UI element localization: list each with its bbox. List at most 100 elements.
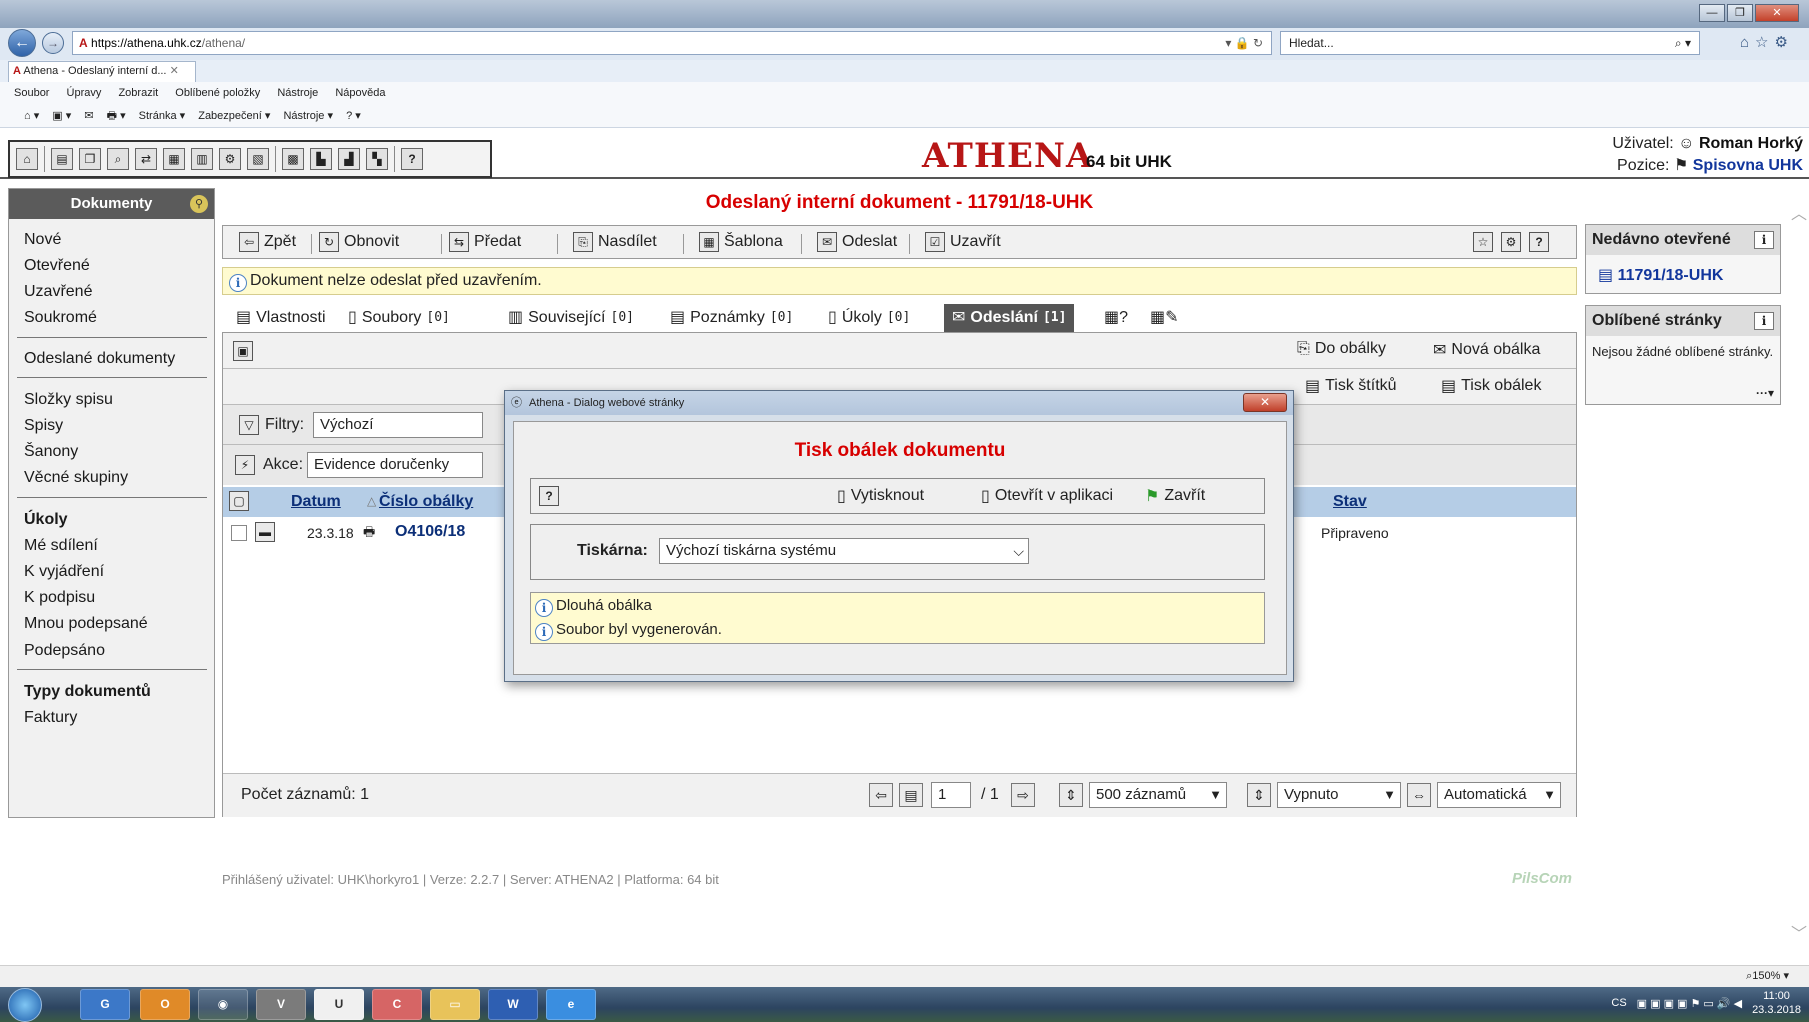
filter-icon[interactable]: ▽: [239, 415, 259, 435]
sidebar-item-spisy[interactable]: Spisy: [24, 417, 63, 435]
print-icon[interactable]: 🖶 ▾: [107, 110, 126, 122]
filter-select[interactable]: Výchozí: [313, 412, 483, 438]
open-in-app-button[interactable]: ▯ Otevřít v aplikaci: [981, 486, 1113, 506]
mail-icon[interactable]: ✉: [84, 110, 93, 122]
row-envelope-number[interactable]: O4106/18: [395, 523, 465, 541]
sidebar-section-typy-dokumentu[interactable]: Typy dokumentů: [24, 683, 151, 701]
zoom-control[interactable]: ⌕150% ▾: [1746, 969, 1789, 983]
new-envelope-button[interactable]: ✉ Nová obálka: [1433, 340, 1540, 360]
tab-poznamky[interactable]: ▤ Poznámky [0]: [670, 304, 793, 332]
page-list-icon[interactable]: ▤: [899, 783, 923, 807]
feeds-icon[interactable]: ▣ ▾: [52, 110, 71, 122]
handover-button[interactable]: ⇆ Předat: [449, 232, 521, 252]
taskbar-app-chrome-icon[interactable]: ◉: [198, 989, 248, 1020]
close-document-button[interactable]: ☑ Uzavřít: [925, 232, 1001, 252]
tab-close-icon[interactable]: ✕: [170, 65, 179, 77]
tray-icons[interactable]: ▣ ▣ ▣ ▣ ⚑ ▭ 🔊 ◀: [1637, 997, 1742, 1010]
tab-extra-2[interactable]: ▦✎: [1150, 304, 1179, 332]
taskbar-app-outlook-icon[interactable]: O: [140, 989, 190, 1020]
print-envelopes-button[interactable]: ▤ Tisk obálek: [1441, 376, 1541, 396]
copy-icon[interactable]: ❐: [79, 148, 101, 170]
menu-oblibene[interactable]: Oblíbené položky: [175, 87, 260, 99]
tab-souvisejici[interactable]: ▥ Související [0]: [508, 304, 634, 332]
clock[interactable]: 11:00 23.3.2018: [1752, 989, 1801, 1017]
search-icon[interactable]: ⌕ ▾: [1675, 32, 1691, 54]
browser-tools-icons[interactable]: ⌂☆⚙: [1740, 33, 1794, 51]
scroll-up-icon[interactable]: ︿: [1791, 200, 1807, 224]
command-nastroje[interactable]: Nástroje ▾: [283, 110, 333, 122]
language-indicator[interactable]: CS: [1611, 997, 1626, 1009]
tab-vlastnosti[interactable]: ▤ Vlastnosti: [236, 304, 326, 332]
info-icon[interactable]: i: [1754, 231, 1774, 249]
taskbar-app-u-icon[interactable]: U: [314, 989, 364, 1020]
print-button[interactable]: ▯ Vytisknout: [837, 486, 924, 506]
search-doc-icon[interactable]: ⌕: [107, 148, 129, 170]
groups-icon[interactable]: ⚙: [219, 148, 241, 170]
action-icon[interactable]: ⚡: [235, 455, 255, 475]
sidebar-item-sanony[interactable]: Šanony: [24, 443, 78, 461]
column-stav[interactable]: Stav: [1333, 493, 1367, 511]
taskbar-app-search-icon[interactable]: G: [80, 989, 130, 1020]
sidebar-item-me-sdileni[interactable]: Mé sdílení: [24, 537, 98, 555]
row-detail-icon[interactable]: ▬: [255, 522, 275, 542]
browser-tab-athena[interactable]: A Athena - Odeslaný interní d... ✕: [8, 61, 196, 82]
back-button[interactable]: ←: [8, 29, 36, 57]
help-icon[interactable]: ?: [401, 148, 423, 170]
refresh-button[interactable]: ↻ Obnovit: [319, 232, 399, 252]
sidebar-item-slozky-spisu[interactable]: Složky spisu: [24, 391, 113, 409]
page-scrollbar[interactable]: ︿ ﹀: [1789, 200, 1809, 960]
command-zabezpeceni[interactable]: Zabezpečení ▾: [198, 110, 270, 122]
menu-zobrazit[interactable]: Zobrazit: [118, 87, 158, 99]
sidebar-item-mnou-podepsane[interactable]: Mnou podepsané: [24, 615, 148, 633]
sidebar-item-faktury[interactable]: Faktury: [24, 709, 77, 727]
sidebar-section-ukoly[interactable]: Úkoly: [24, 511, 68, 529]
print-doc-icon[interactable]: ▩: [282, 148, 304, 170]
sidebar-item-k-podpisu[interactable]: K podpisu: [24, 589, 95, 607]
user-name[interactable]: Roman Horký: [1699, 135, 1803, 152]
close-window-button[interactable]: ✕: [1755, 4, 1799, 22]
home-icon[interactable]: ⌂: [16, 148, 38, 170]
lock-refresh-icon[interactable]: ▾ 🔒 ↻: [1225, 32, 1263, 54]
taskbar-app-explorer-icon[interactable]: ▭: [430, 989, 480, 1020]
maximize-button[interactable]: ❐: [1727, 4, 1753, 22]
sidebar-item-nove[interactable]: Nové: [24, 231, 61, 249]
taskbar-app-c-icon[interactable]: C: [372, 989, 422, 1020]
filter-mode-select[interactable]: Vypnuto ▼: [1277, 782, 1401, 808]
forward-button[interactable]: →: [42, 32, 64, 54]
organization-icon[interactable]: ▟: [338, 148, 360, 170]
back-button[interactable]: ⇦ Zpět: [239, 232, 296, 252]
sidebar-item-odeslane[interactable]: Odeslané dokumenty: [24, 350, 175, 368]
tab-ukoly[interactable]: ▯ Úkoly [0]: [828, 304, 910, 332]
tab-soubory[interactable]: ▯ Soubory [0]: [348, 304, 450, 332]
documents-icon[interactable]: ▤: [51, 148, 73, 170]
sidebar-item-uzavrene[interactable]: Uzavřené: [24, 283, 92, 301]
start-button[interactable]: [8, 988, 42, 1022]
taskbar-app-v-icon[interactable]: V: [256, 989, 306, 1020]
menu-napoveda[interactable]: Nápověda: [335, 87, 385, 99]
archive-icon[interactable]: ▥: [191, 148, 213, 170]
menu-nastroje[interactable]: Nástroje: [277, 87, 318, 99]
transfer-icon[interactable]: ⇄: [135, 148, 157, 170]
page-size-select[interactable]: 500 záznamů ▼: [1089, 782, 1227, 808]
taskbar-app-ie-icon[interactable]: e: [546, 989, 596, 1020]
column-datum[interactable]: Datum: [291, 493, 341, 511]
menu-soubor[interactable]: Soubor: [14, 87, 49, 99]
help-icon[interactable]: ? ▾: [346, 110, 361, 122]
send-button[interactable]: ✉ Odeslat: [817, 232, 897, 252]
prev-page-icon[interactable]: ⇦: [869, 783, 893, 807]
favorite-star-icon[interactable]: ☆: [1473, 232, 1493, 252]
action-select[interactable]: Evidence doručenky: [307, 452, 483, 478]
refresh-mode-select[interactable]: Automatická ▼: [1437, 782, 1561, 808]
column-cislo-obalky[interactable]: Číslo obálky: [379, 493, 473, 511]
url-input[interactable]: A https://athena.uhk.cz/athena/ ▾ 🔒 ↻: [72, 31, 1272, 55]
page-input[interactable]: 1: [931, 782, 971, 808]
command-stranka[interactable]: Stránka ▾: [139, 110, 186, 122]
print-labels-button[interactable]: ▤ Tisk štítků: [1305, 376, 1397, 396]
sidebar-item-podepsano[interactable]: Podepsáno: [24, 642, 105, 660]
printer-select[interactable]: Výchozí tiskárna systému ⌵: [659, 538, 1029, 564]
next-page-icon[interactable]: ⇨: [1011, 783, 1035, 807]
search-input[interactable]: Hledat... ⌕ ▾: [1280, 31, 1700, 55]
export-icon[interactable]: ▣: [233, 341, 253, 361]
share-button[interactable]: ⎘ Nasdílet: [573, 232, 657, 252]
menu-upravy[interactable]: Úpravy: [67, 87, 102, 99]
